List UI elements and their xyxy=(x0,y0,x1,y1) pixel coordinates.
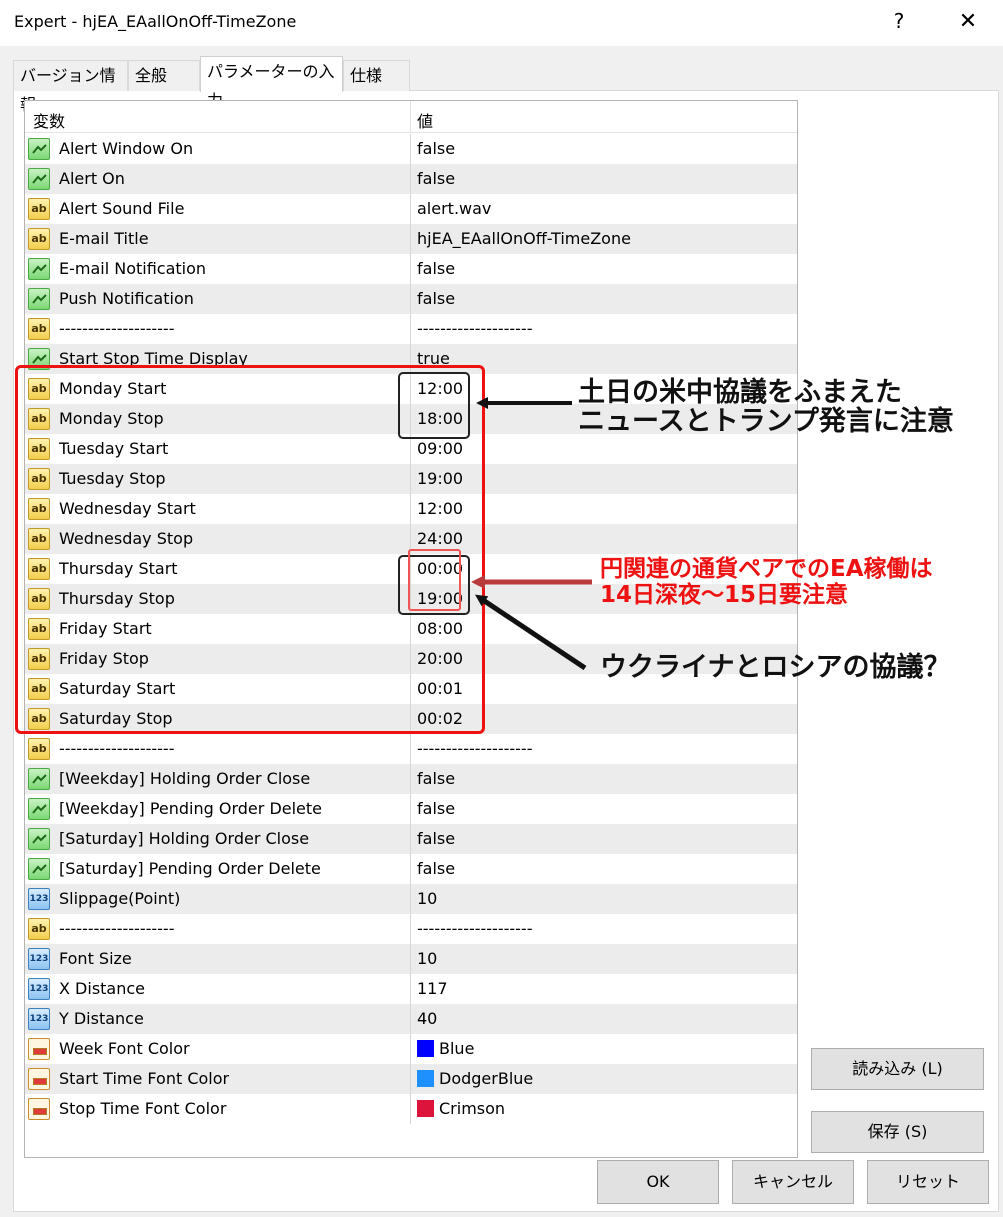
thursday-black-note: ウクライナとロシアの協議？ xyxy=(600,652,951,683)
thursday-red-note-line1: 円関連の通貨ペアでのEA稼働は xyxy=(600,556,933,582)
thursday-black-arrow xyxy=(475,594,587,671)
thursday-red-note-line2: 14日深夜～15日要注意 xyxy=(600,582,849,608)
annotation-arrows xyxy=(471,397,592,671)
monday-note-line1: 土日の米中協議をふまえた xyxy=(578,377,902,408)
monday-note-line2: ニュースとトランプ発言に注意 xyxy=(578,406,954,437)
